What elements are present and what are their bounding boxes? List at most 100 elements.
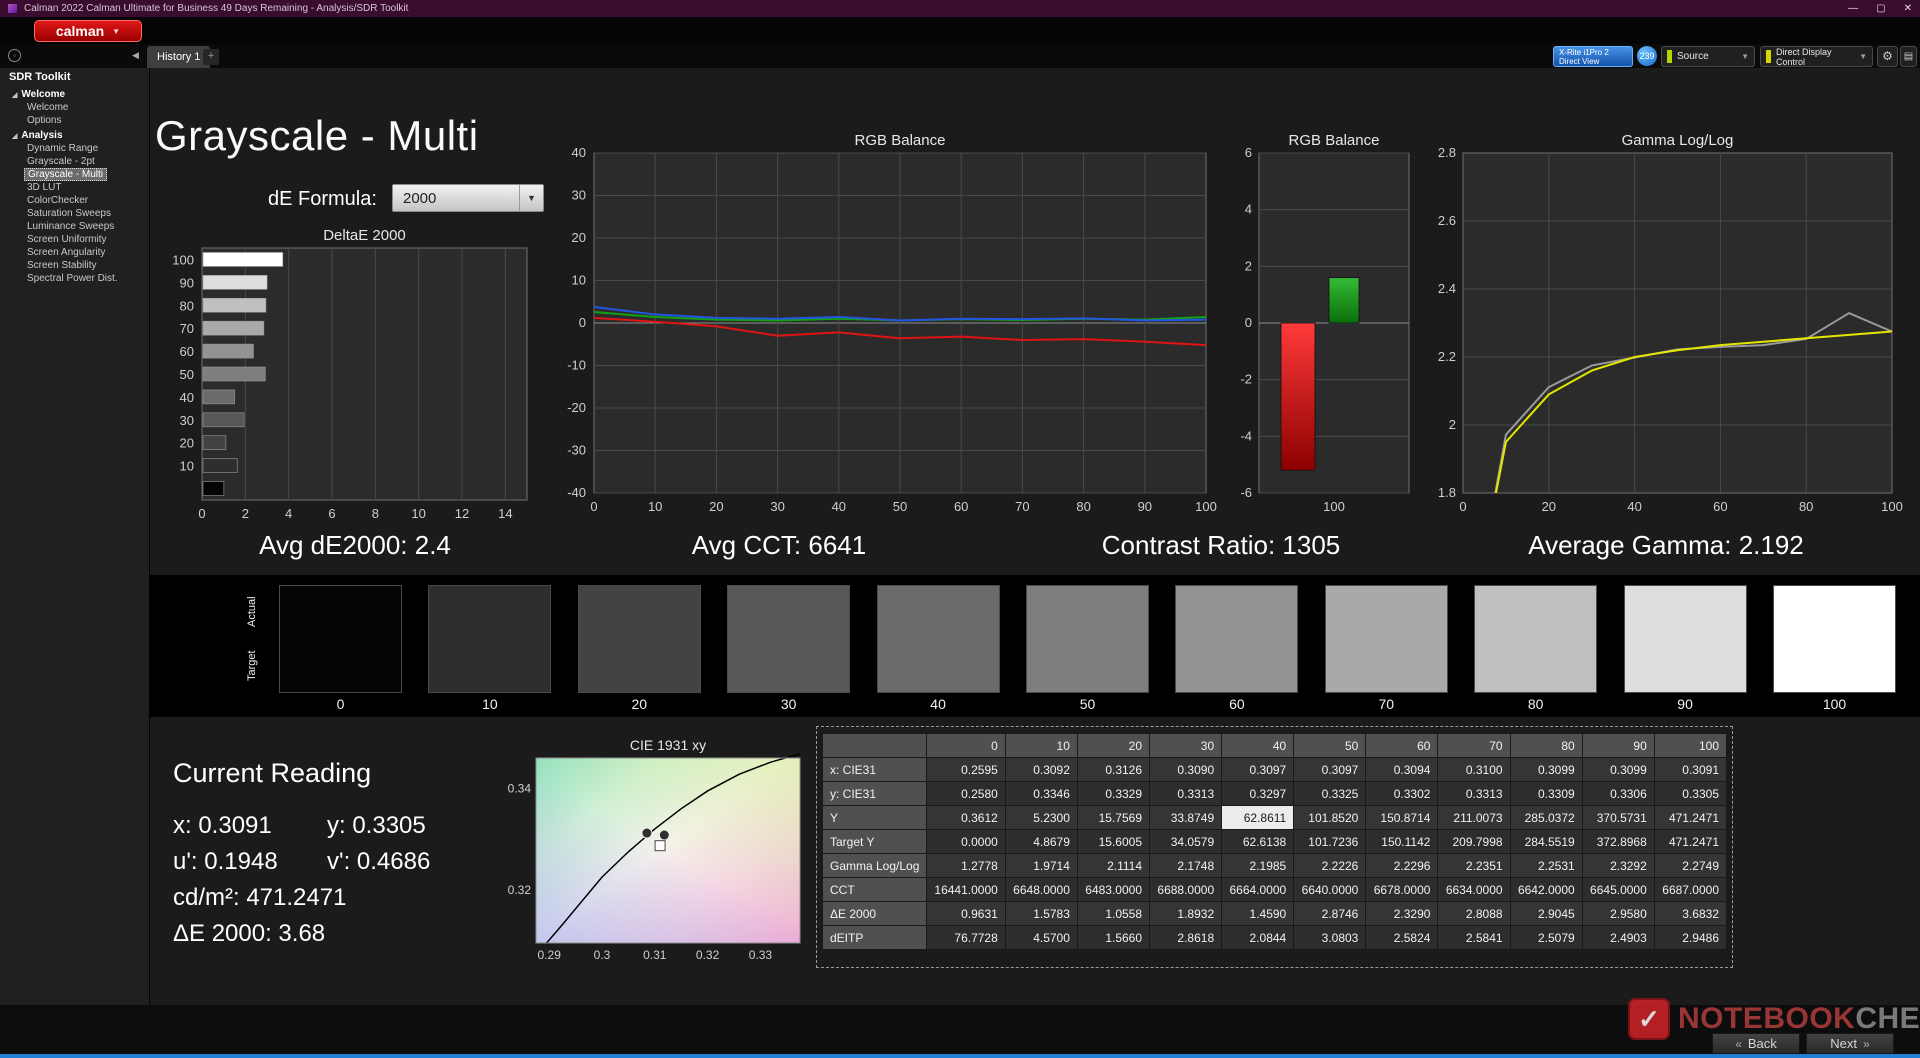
table-cell: 2.9486 [1653,925,1728,950]
grayscale-swatch-40 [876,585,1000,693]
sidebar: SDR Toolkit ◢ Welcome Welcome Options ◢ Analy… [0,68,150,1005]
svg-text:60: 60 [1713,499,1727,514]
table-cell: 4.5700 [1004,925,1078,950]
add-tab-button[interactable]: + [203,49,219,65]
tree-group-analysis[interactable]: ◢ Analysis [0,128,150,142]
svg-text:0: 0 [590,499,597,514]
next-button[interactable]: Next » [1806,1033,1894,1054]
svg-text:20: 20 [180,436,194,451]
svg-text:2.8: 2.8 [1438,145,1456,160]
gamma-chart-svg: 2.8 2.6 2.4 2.2 2 1.80 20 40 60 80 100 Gamma Log/Lo… [1438,132,1903,514]
maximize-icon[interactable]: ▢ [1876,3,1885,14]
sidebar-item-saturation-sweeps[interactable]: Saturation Sweeps [0,207,150,220]
table-cell: 0.3329 [1076,781,1151,806]
table-cell: 0.3100 [1437,757,1511,782]
table-cell: 2.8618 [1149,925,1223,950]
table-cell: 2.5841 [1437,925,1511,950]
sidebar-item-screen-stability[interactable]: Screen Stability [0,259,150,272]
source-dropdown[interactable]: Source ▼ [1661,46,1755,67]
table-cell: 2.3290 [1365,901,1439,926]
grayscale-swatch-10 [428,585,552,693]
sidebar-item-spectral-power-dist-[interactable]: Spectral Power Dist. [0,272,150,285]
rgb-bar-chart-svg: 6 4 2 0 -2 -4 -6 100 RGB Balance [1240,132,1410,514]
svg-text:14: 14 [498,506,512,521]
meter-button[interactable]: X-Rite i1Pro 2 Direct View [1553,46,1633,67]
svg-text:-2: -2 [1240,372,1252,387]
sidebar-item-screen-uniformity[interactable]: Screen Uniformity [0,233,150,246]
settings-button[interactable]: ⚙ [1877,46,1898,67]
svg-text:0.33: 0.33 [749,948,773,962]
de-formula-select[interactable]: 2000 ▼ [392,184,544,212]
table-cell: 0.3346 [1004,781,1078,806]
table-row-label: ΔE 2000 [821,901,928,926]
table-cell: 15.7569 [1076,805,1151,830]
svg-text:2.2: 2.2 [1438,349,1456,364]
tree-group-welcome[interactable]: ◢ Welcome [0,87,150,101]
table-cell: 6648.0000 [1004,877,1078,902]
svg-text:2: 2 [242,506,249,521]
app-icon [8,4,17,13]
svg-text:6: 6 [328,506,335,521]
chevron-right-icon: » [1863,1036,1870,1051]
svg-text:CIE 1931 xy: CIE 1931 xy [630,737,706,753]
table-cell: 285.0372 [1509,805,1583,830]
sidebar-item-welcome[interactable]: Welcome [0,101,150,114]
sidebar-item-dynamic-range[interactable]: Dynamic Range [0,142,150,155]
svg-text:60: 60 [180,344,194,359]
sidebar-item-3d-lut[interactable]: 3D LUT [0,181,150,194]
table-cell: 2.9580 [1581,901,1655,926]
table-row-label: CCT [821,877,928,902]
table-row-label: Target Y [821,829,928,854]
sidebar-item-grayscale-multi[interactable]: Grayscale - Multi [24,168,108,181]
deltae-bar-chart: 0 2 4 6 8 10 12 14 100 90 80 70 60 50 40 30 20 10 DeltaE 2… [150,226,550,526]
svg-text:4: 4 [1245,202,1252,217]
table-col-header-50: 50 [1293,733,1367,758]
tab-history-1[interactable]: History 1 [147,46,211,68]
table-cell: 211.0073 [1437,805,1511,830]
back-button[interactable]: « Back [1712,1033,1800,1054]
meter-status-badge[interactable]: 239 [1637,46,1657,66]
sidebar-item-luminance-sweeps[interactable]: Luminance Sweeps [0,220,150,233]
swatch-label-10: 10 [482,696,498,712]
close-icon[interactable]: ✕ [1904,3,1912,14]
workspace-toggle-icon[interactable]: ◦ [8,49,21,62]
grayscale-swatch-80 [1474,585,1598,693]
svg-text:40: 40 [180,390,194,405]
svg-text:-10: -10 [567,358,586,373]
svg-text:100: 100 [1881,499,1903,514]
table-cell: 0.3297 [1221,781,1295,806]
table-cell: 2.1114 [1076,853,1151,878]
svg-text:2.4: 2.4 [1438,281,1456,296]
display-control-dropdown[interactable]: Direct Display Control ▼ [1760,46,1873,67]
layout-button[interactable]: ▤ [1900,46,1917,67]
sidebar-item-colorchecker[interactable]: ColorChecker [0,194,150,207]
grayscale-swatch-70 [1324,585,1448,693]
table-cell: 2.0844 [1221,925,1295,950]
chevron-down-icon: ▼ [1741,52,1749,61]
sidebar-item-options[interactable]: Options [0,114,150,127]
table-row: dEITP 76.7728 4.5700 1.5660 2.8618 2.0844 3.08… [821,925,1728,950]
calman-menu-button[interactable]: calman ▼ [34,20,142,42]
svg-text:2.6: 2.6 [1438,213,1456,228]
table-cell: 34.0579 [1149,829,1223,854]
table-cell: 150.1142 [1365,829,1439,854]
chevron-down-icon: ▼ [112,26,121,36]
svg-text:Gamma Log/Log: Gamma Log/Log [1622,132,1734,149]
grayscale-swatch-100 [1773,585,1896,693]
next-label: Next [1830,1036,1858,1051]
sidebar-item-grayscale-2pt[interactable]: Grayscale - 2pt [0,155,150,168]
swatch-label-40: 40 [930,696,946,712]
table-row-label: Gamma Log/Log [821,853,928,878]
table-row: ΔE 2000 0.9631 1.5783 1.0558 1.8932 1.4590 2.8… [821,901,1728,926]
svg-text:100: 100 [172,252,194,267]
de-formula-label: dE Formula: [268,188,377,210]
table-cell: 6642.0000 [1509,877,1583,902]
table-row: Gamma Log/Log 1.2778 1.9714 2.1114 2.1748 2.1… [821,853,1728,878]
minimize-icon[interactable]: — [1848,3,1858,14]
table-cell: 2.2226 [1293,853,1367,878]
sidebar-collapse-icon[interactable]: ◀ [132,50,139,61]
sidebar-item-screen-angularity[interactable]: Screen Angularity [0,246,150,259]
table-cell: 0.2580 [926,781,1006,806]
table-cell: 2.2296 [1365,853,1439,878]
meter-name: X-Rite i1Pro 2 [1559,48,1609,57]
